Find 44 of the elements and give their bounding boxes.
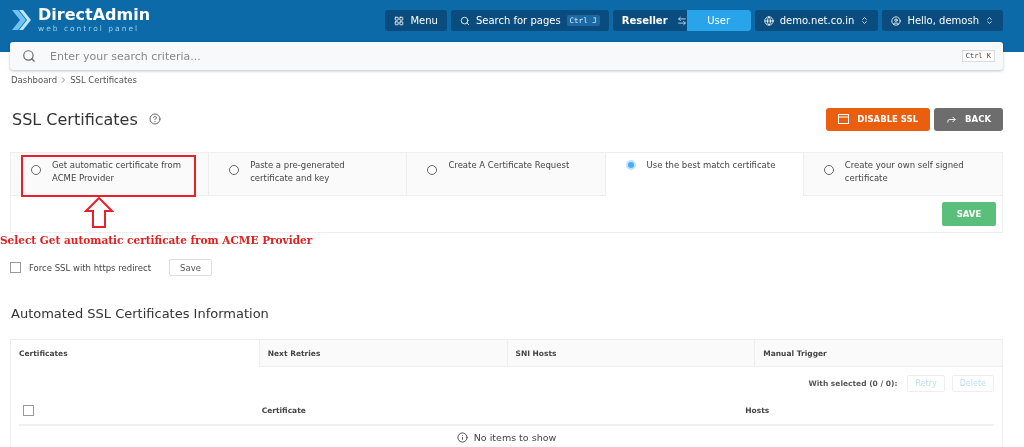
- search-icon: [459, 15, 470, 26]
- info-icon: [456, 432, 468, 443]
- option-label: Create A Certificate Request: [448, 159, 570, 172]
- option-label: Paste a pre-generated certificate and key: [250, 159, 346, 185]
- option-tab[interactable]: Create your own self signed certificate: [803, 153, 1002, 196]
- user-menu[interactable]: Hello, demosh: [882, 10, 1003, 31]
- option-tab[interactable]: Paste a pre-generated certificate and key: [209, 153, 408, 196]
- checkbox-label: Force SSL with https redirect: [29, 262, 152, 273]
- up-arrow-icon: [84, 197, 114, 228]
- select-all-checkbox[interactable]: [23, 404, 34, 416]
- radio-button[interactable]: [31, 165, 41, 175]
- breadcrumb-item[interactable]: Dashboard: [11, 75, 58, 85]
- user-icon: [891, 15, 902, 26]
- option-tab[interactable]: Get automatic certificate from ACME Provider: [11, 153, 210, 196]
- option-tab[interactable]: Create A Certificate Request: [407, 153, 606, 196]
- back-button[interactable]: BACK: [934, 107, 1003, 131]
- radio-button[interactable]: [427, 165, 438, 175]
- radio-button[interactable]: [229, 165, 240, 175]
- search-input[interactable]: Enter your search criteria...: [48, 48, 950, 64]
- role-toggle[interactable]: Reseller: [612, 10, 677, 31]
- chevron-icon: [61, 77, 67, 83]
- breadcrumb-item: SSL Certificates: [70, 75, 137, 85]
- page-title: SSL Certificates: [12, 109, 138, 129]
- empty-message: No items to show: [473, 432, 557, 443]
- swap-icon: [676, 15, 687, 26]
- help-icon[interactable]: [148, 113, 161, 125]
- option-label: Get automatic certificate from ACME Provider: [52, 159, 182, 185]
- option-label: Use the best match certificate: [646, 159, 776, 172]
- radio-button[interactable]: [823, 165, 834, 175]
- annotation-text: Select Get automatic certificate from ACME Provider: [0, 234, 314, 248]
- updown-icon: [985, 16, 994, 25]
- option-label: Create your own self signed certificate: [844, 159, 965, 185]
- save-button[interactable]: Save: [169, 259, 212, 276]
- section-title: Automated SSL Certificates Information: [10, 305, 270, 323]
- menu-button[interactable]: Menu: [385, 10, 447, 31]
- logo-title: DirectAdmin: [38, 6, 151, 24]
- globe-icon: [763, 15, 774, 26]
- domain-select[interactable]: demo.net.co.in: [754, 10, 879, 31]
- logo-icon: [10, 7, 32, 32]
- checkbox[interactable]: [10, 262, 21, 273]
- window-icon: [838, 114, 850, 124]
- grid-icon: [394, 15, 405, 26]
- search-icon: [22, 49, 36, 63]
- updown-icon: [860, 16, 870, 25]
